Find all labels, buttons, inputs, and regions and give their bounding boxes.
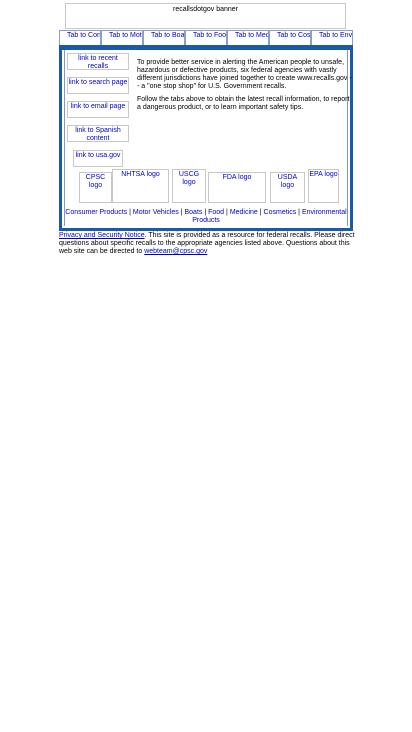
fda-logo[interactable]: FDA logo <box>208 172 266 203</box>
tab-consumer[interactable]: Tab to Consumer <box>59 30 101 45</box>
recalls-banner: recallsdotgov banner <box>65 3 346 29</box>
tab-environmental[interactable]: Tab to Environme <box>311 30 353 45</box>
cpsc-logo[interactable]: CPSC logo <box>79 172 112 203</box>
link-medicine[interactable]: Medicine <box>230 209 258 216</box>
intro-paragraph-1: To provide better service in alerting th… <box>137 59 352 90</box>
tab-cosmetic[interactable]: Tab to Cosmetic <box>269 30 311 45</box>
main-content-inner: link to recent recalls link to search pa… <box>64 50 352 226</box>
tab-motor[interactable]: Tab to Motor <box>101 30 143 45</box>
webteam-email-link[interactable]: webteam@cpsc.gov <box>144 248 207 255</box>
uscg-logo[interactable]: USCG logo <box>172 169 206 203</box>
tab-food[interactable]: Tab to Food <box>185 30 227 45</box>
main-content-panel: link to recent recalls link to search pa… <box>59 45 353 231</box>
link-cosmetics[interactable]: Cosmetics <box>264 209 297 216</box>
agency-tabs: Tab to Consumer Tab to Motor Tab to Boat… <box>59 30 353 45</box>
recent-recalls-link[interactable]: link to recent recalls <box>67 53 129 70</box>
link-motor-vehicles[interactable]: Motor Vehicles <box>133 209 179 216</box>
link-boats[interactable]: Boats <box>185 209 203 216</box>
usda-logo[interactable]: USDA logo <box>270 172 305 203</box>
search-page-link[interactable]: link to search page <box>67 77 129 94</box>
category-links: Consumer Products | Motor Vehicles | Boa… <box>65 209 347 225</box>
spanish-content-link[interactable]: link to Spanish content <box>67 125 129 142</box>
email-page-link[interactable]: link to email page <box>67 101 129 118</box>
tab-boat[interactable]: Tab to Boat <box>143 30 185 45</box>
intro-paragraph-2: Follow the tabs above to obtain the late… <box>137 96 350 111</box>
link-food[interactable]: Food <box>208 209 224 216</box>
tab-medicine[interactable]: Tab to Medicine <box>227 30 269 45</box>
epa-logo[interactable]: EPA logo <box>308 169 339 203</box>
nhtsa-logo[interactable]: NHTSA logo <box>112 169 169 203</box>
banner-alt-text: recallsdotgov banner <box>173 6 238 13</box>
link-consumer-products[interactable]: Consumer Products <box>65 209 127 216</box>
footer-notice: Privacy and Security Notice. This site i… <box>59 232 359 256</box>
usa-gov-link[interactable]: link to usa.gov <box>73 150 123 167</box>
privacy-notice-link[interactable]: Privacy and Security Notice <box>59 232 145 239</box>
